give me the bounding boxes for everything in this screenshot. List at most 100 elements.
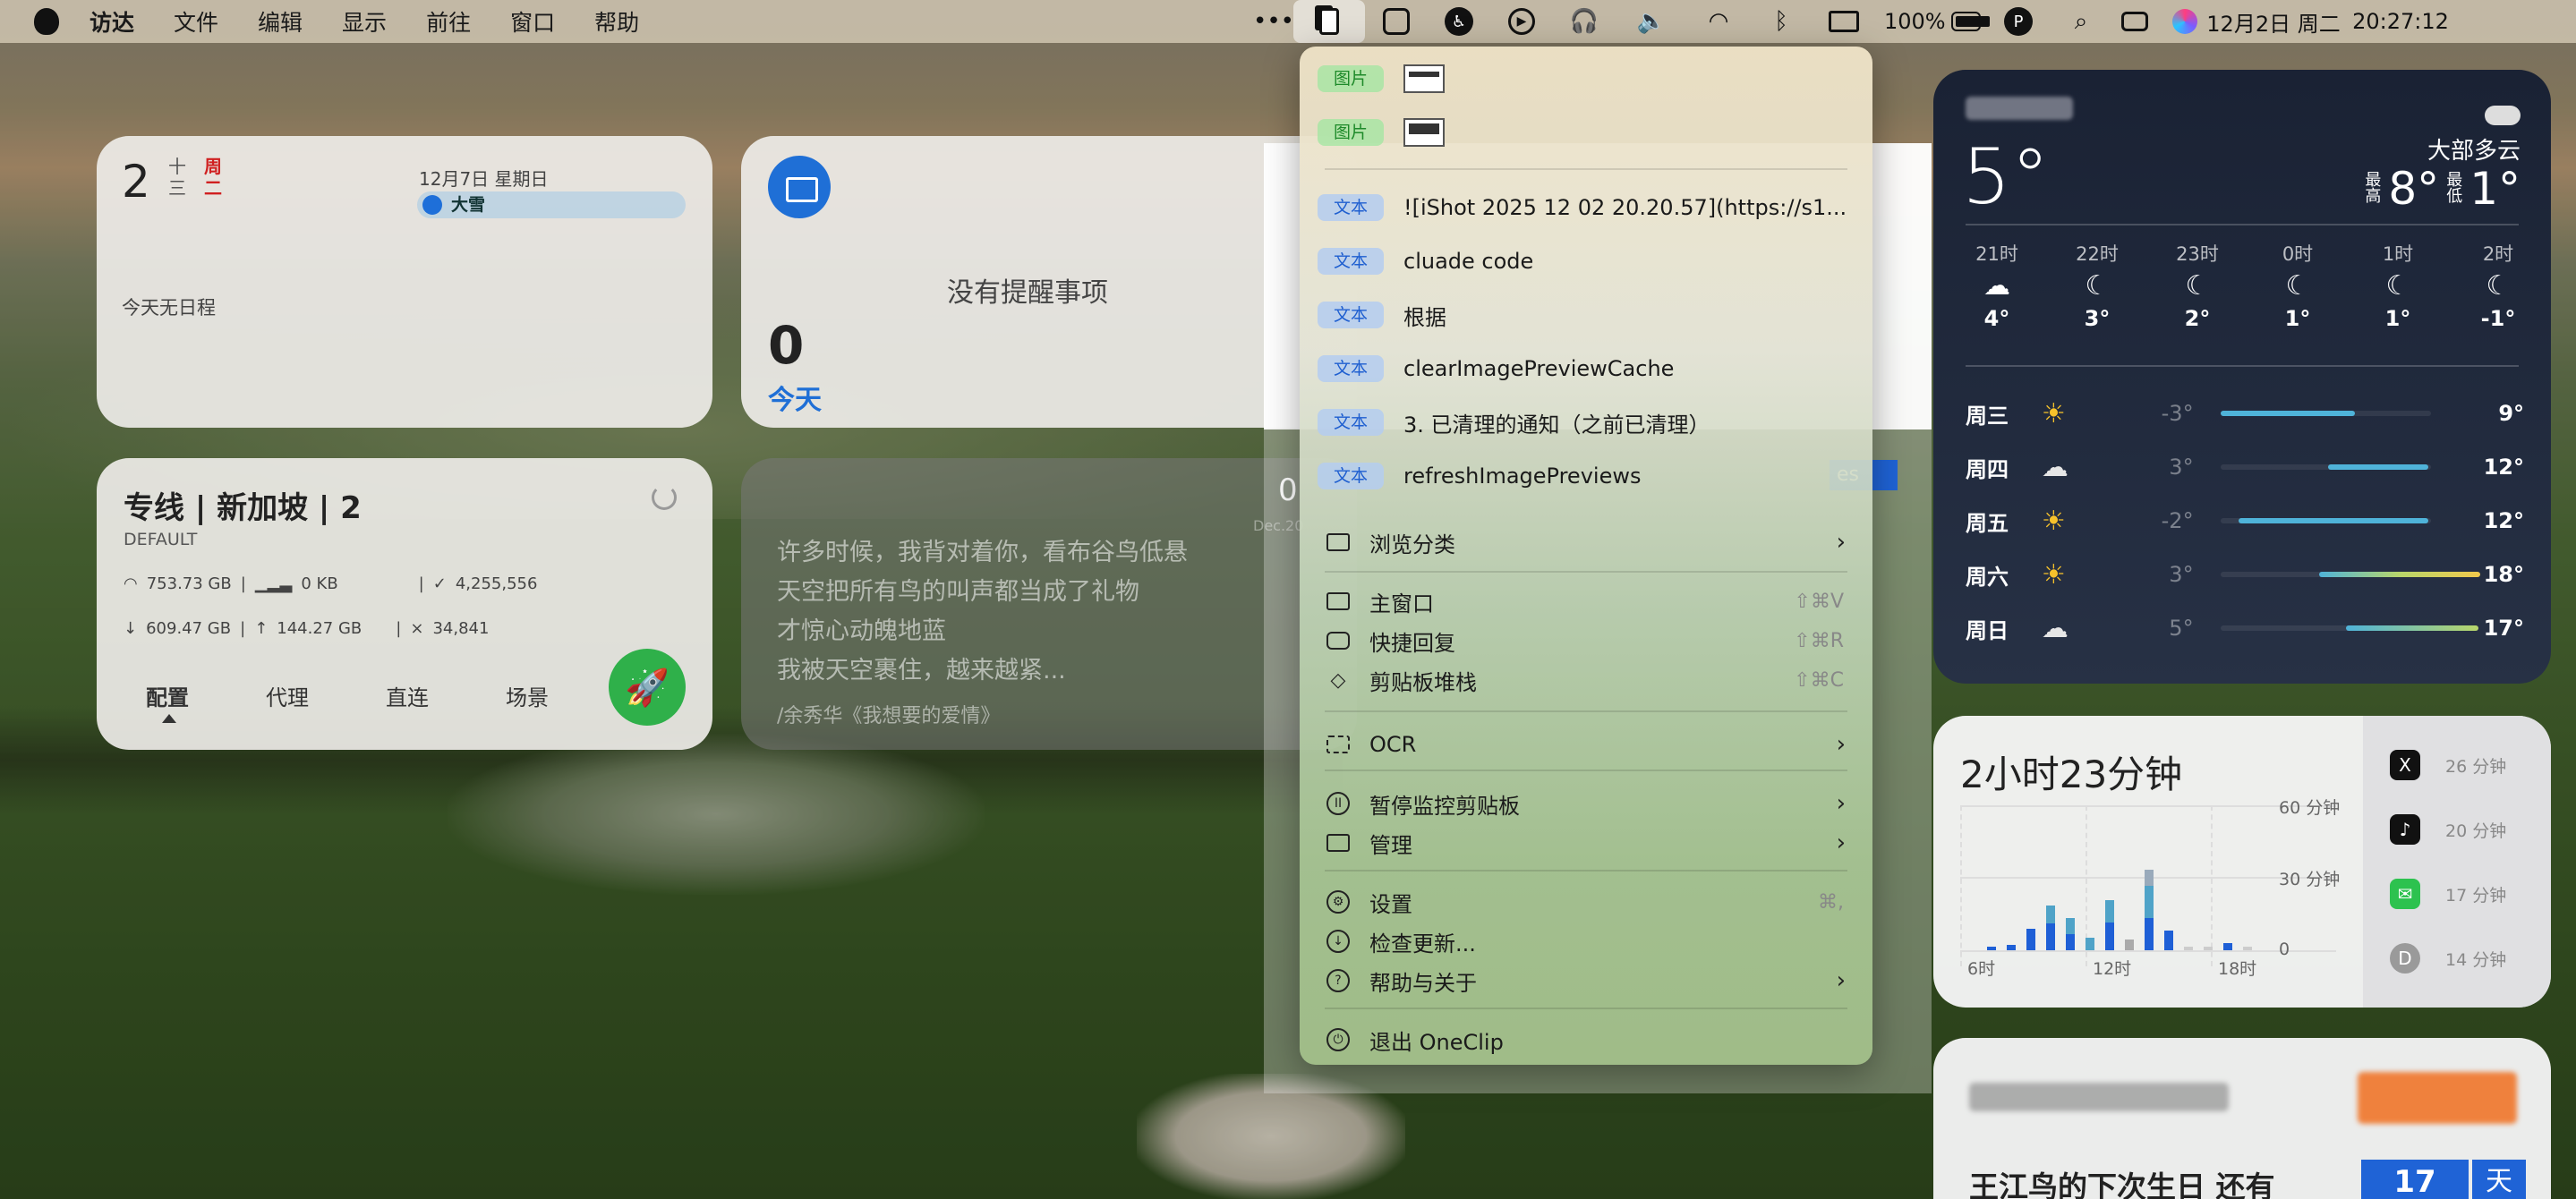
tab-proxy[interactable]: 代理: [266, 680, 309, 711]
clipboard-stack-item[interactable]: ◇ 剪贴板堆栈 ⇧⌘C: [1300, 660, 1872, 700]
archive-icon: [1325, 831, 1352, 855]
current-temp: 5°: [1962, 132, 2050, 222]
main-window-item[interactable]: 主窗口 ⇧⌘V: [1300, 582, 1872, 621]
cloud-icon: [2485, 106, 2521, 125]
clock-display[interactable]: 20:27:12: [2341, 0, 2461, 43]
help-about-item[interactable]: ? 帮助与关于 ›: [1300, 961, 1872, 1000]
clip-image-item[interactable]: 图片: [1300, 59, 1872, 98]
clip-text: ![iShot 2025 12 02 20.20.57](https://s1.…: [1403, 195, 1847, 220]
clip-text-item[interactable]: 文本 cluade code: [1300, 242, 1872, 281]
ocr-item[interactable]: OCR ›: [1300, 725, 1872, 764]
wifi-icon[interactable]: ◠: [1687, 0, 1750, 43]
usage-bar: [2046, 906, 2055, 950]
signal-icon: ▁▂▃: [254, 574, 293, 593]
x-axis-label: 6时: [1967, 959, 1996, 979]
quit-label: 退出 OneClip: [1369, 1029, 1504, 1055]
text-tag: 文本: [1318, 248, 1384, 275]
menu-window[interactable]: 窗口: [510, 5, 555, 38]
app-row: ♪ 20 分钟: [2390, 814, 2506, 845]
tab-scene[interactable]: 场景: [506, 680, 549, 711]
menu-view[interactable]: 显示: [342, 5, 387, 38]
image-thumbnail: [1403, 64, 1445, 93]
play-icon[interactable]: ▶: [1490, 0, 1553, 43]
settings-item[interactable]: ⚙ 设置 ⌘,: [1300, 882, 1872, 922]
clip-text-item[interactable]: 文本 ![iShot 2025 12 02 20.20.57](https://…: [1300, 188, 1872, 227]
menu-go[interactable]: 前往: [426, 5, 471, 38]
battery-status[interactable]: 100%: [1875, 0, 1991, 43]
status-tray: ••• ♿ ▶ 🎧 🔈 ◠ ᛒ 100% P ⌕ 12月2日 周二 20:27:…: [1253, 0, 2461, 43]
bluetooth-icon[interactable]: ᛒ: [1750, 0, 1813, 43]
quick-reply-item[interactable]: 快捷回复 ⇧⌘R: [1300, 621, 1872, 660]
clip-image-item[interactable]: 图片: [1300, 113, 1872, 152]
text-tag: 文本: [1318, 194, 1384, 221]
tab-config[interactable]: 配置: [146, 680, 189, 723]
hour-item: 1时 ☾ 1°: [2367, 240, 2429, 331]
check-update-item[interactable]: ↓ 检查更新...: [1300, 922, 1872, 961]
calendar-event-name: 大雪: [451, 195, 486, 215]
oneclip-clipboard-icon[interactable]: [1293, 0, 1365, 43]
quit-item[interactable]: ⏻ 退出 OneClip: [1300, 1020, 1872, 1059]
pause-monitor-item[interactable]: II 暂停监控剪贴板 ›: [1300, 784, 1872, 823]
quote-text: 许多时候，我背对着你，看布谷鸟低悬 天空把所有鸟的叫声都当成了礼物 才惊心动魄地…: [777, 533, 1188, 691]
apple-icon[interactable]: [34, 8, 59, 35]
usage-bar: [2204, 947, 2213, 950]
more-icon[interactable]: •••: [1253, 0, 1294, 43]
day-row: 周五 ☀ -2° 12°: [1966, 505, 2525, 537]
clip-text-item[interactable]: 文本 clearImagePreviewCache: [1300, 349, 1872, 388]
headphones-icon[interactable]: 🎧: [1553, 0, 1616, 43]
power-icon: ⏻: [1325, 1028, 1352, 1051]
menu-separator: [1325, 870, 1847, 872]
proxy-stats-row2: ↓ 609.47 GB | ↑ 144.27 GB | × 34,841: [124, 619, 490, 638]
clip-text-item[interactable]: 文本 refreshImagePreviews: [1300, 456, 1872, 496]
d-app-icon: D: [2390, 943, 2420, 974]
chevron-right-icon: ›: [1836, 967, 1846, 994]
search-icon[interactable]: ⌕: [2056, 0, 2106, 43]
clip-text-item[interactable]: 文本 3. 已清理的通知（之前已清理）: [1300, 403, 1872, 442]
usage-bar: [2026, 929, 2035, 950]
x-app-icon: X: [2390, 750, 2420, 780]
clip-text: 根据: [1403, 304, 1446, 330]
proxy-widget[interactable]: 专线 | 新加坡 | 2 DEFAULT ◠ 753.73 GB | ▁▂▃ 0 KB…: [97, 458, 712, 750]
birthday-unit: 天: [2472, 1160, 2526, 1199]
rocket-icon[interactable]: 🚀: [609, 649, 686, 726]
usage-bars: [1960, 805, 2265, 950]
star-icon: [422, 195, 442, 215]
menu-edit[interactable]: 编辑: [258, 5, 303, 38]
accessibility-icon[interactable]: ♿: [1428, 0, 1490, 43]
menu-separator: [1325, 770, 1847, 771]
tab-direct[interactable]: 直连: [386, 680, 429, 711]
weather-widget[interactable]: 5° 大部多云 最 高 8° 最 低 1° 21时 ☁ 4° 22时 ☾ 3° 23时 ☾…: [1933, 70, 2551, 684]
pause-icon: II: [1325, 792, 1352, 815]
calendar-event[interactable]: 大雪: [417, 191, 686, 218]
text-tag: 文本: [1318, 463, 1384, 489]
calendar-widget[interactable]: 2 十 三 周 二 12月7日 星期日 大雪 今天无日程: [97, 136, 712, 428]
camera-app-icon[interactable]: [1365, 0, 1428, 43]
menu-separator: [1325, 710, 1847, 712]
control-center-icon[interactable]: [2106, 0, 2163, 43]
menu-file[interactable]: 文件: [174, 5, 218, 38]
x-axis-label: 12时: [2093, 959, 2132, 979]
usage-bar: [2243, 947, 2252, 950]
divider: [1966, 365, 2519, 367]
birthday-widget[interactable]: 王江鸟的下次生日 还有 17 天: [1933, 1038, 2551, 1199]
layers-icon: ◇: [1330, 668, 1346, 692]
birthday-days: 17: [2361, 1160, 2469, 1199]
manage-item[interactable]: 管理 ›: [1300, 823, 1872, 863]
volume-icon[interactable]: 🔈: [1616, 0, 1687, 43]
divider: [1966, 224, 2519, 225]
siri-icon[interactable]: [2163, 0, 2206, 43]
menu-help[interactable]: 帮助: [594, 5, 639, 38]
wifi-icon: ◠: [124, 574, 138, 593]
browse-categories-item[interactable]: 浏览分类 ›: [1300, 523, 1872, 562]
day-row: 周四 ☁ 3° 12°: [1966, 451, 2525, 483]
menu-finder[interactable]: 访达: [90, 5, 134, 38]
clip-text-item[interactable]: 文本 根据: [1300, 295, 1872, 335]
top-apps: X 26 分钟 ♪ 20 分钟 ✉ 17 分钟 D 14 分钟: [2363, 716, 2551, 1008]
usage-bar: [2145, 870, 2154, 950]
app-p-icon[interactable]: P: [1981, 0, 2056, 43]
refresh-icon[interactable]: [652, 485, 677, 510]
date-display[interactable]: 12月2日 周二: [2206, 0, 2341, 43]
display-icon[interactable]: [1813, 0, 1875, 43]
screen-time-widget[interactable]: 2小时23分钟 60 分钟 30 分钟 0 6时 12时 18时 X 26 分钟 …: [1933, 716, 2551, 1008]
redacted-text: [1969, 1083, 2229, 1111]
